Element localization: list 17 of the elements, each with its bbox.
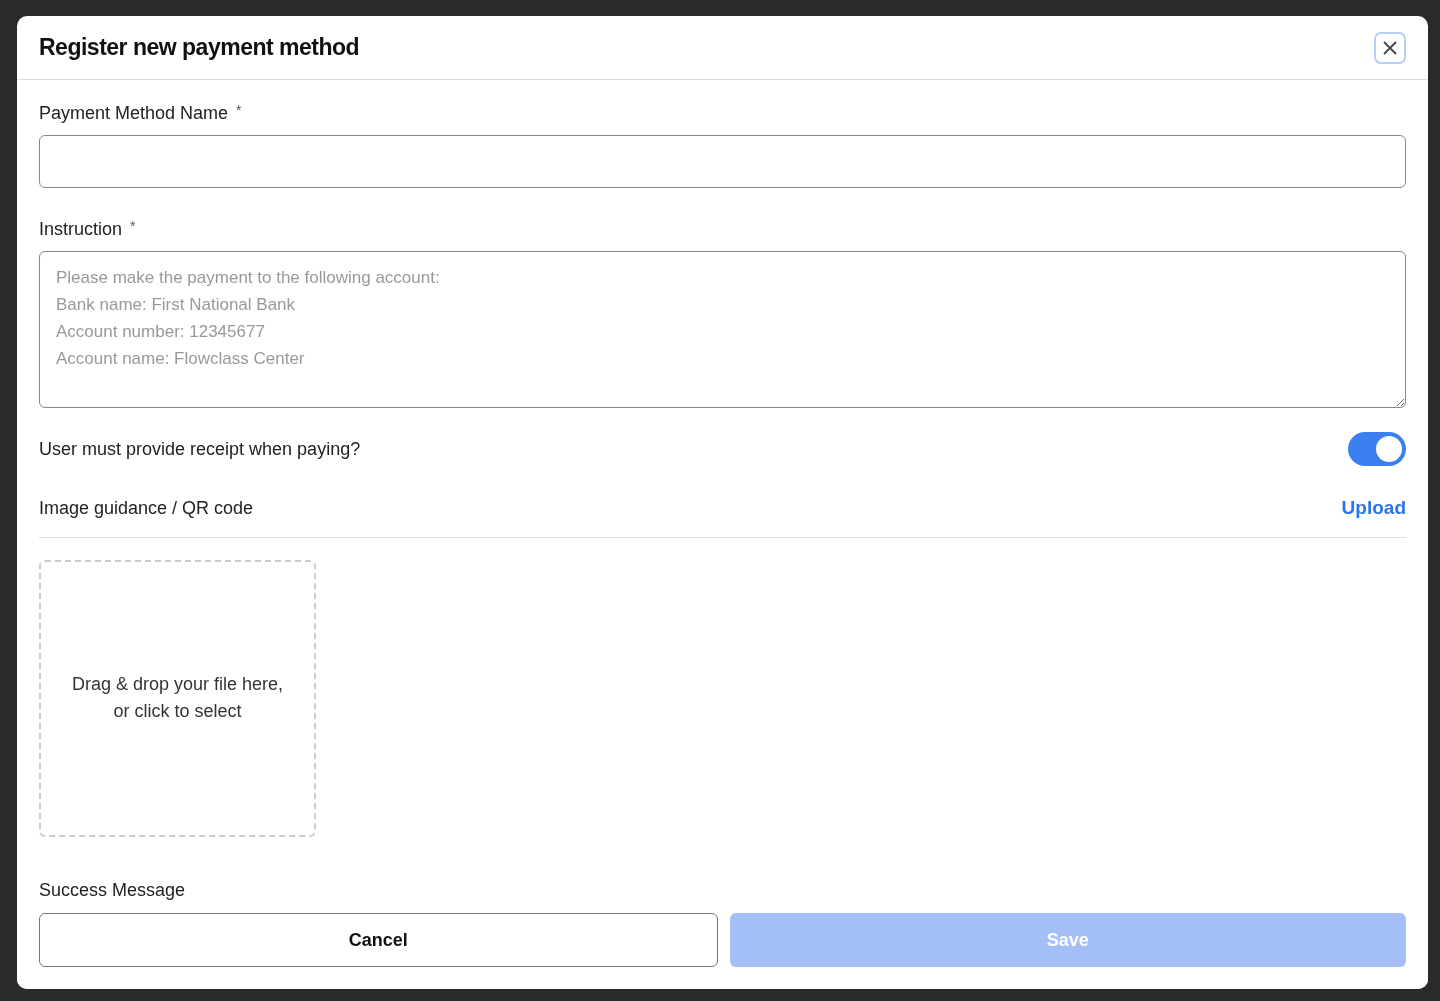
toggle-switch[interactable] [1348,432,1406,466]
instruction-field[interactable]: Please make the payment to the following account: Bank name: First National Bank Account number: 12345677 Account name: Flowclass Center [39,251,1406,408]
cancel-button[interactable]: Cancel [39,913,718,967]
field-label: Image guidance / QR code [39,496,254,520]
dropzone[interactable]: Drag & drop your file here, or click to select [39,559,316,837]
upload-link[interactable]: Upload [1341,494,1406,523]
required-mark: * [236,101,242,120]
close-button[interactable] [1374,31,1406,64]
text-input-field[interactable] [39,135,1406,188]
field-label: Instruction [39,218,123,241]
field-label: Payment Method Name [39,102,229,125]
field-label: Success Message [39,878,186,902]
dropzone-text: Drag & drop your file here, or click to select [70,673,285,723]
required-mark: * [130,217,136,236]
close-icon [1382,39,1398,56]
dialog-title: Register new payment method [39,33,360,63]
field-label: User must provide receipt when paying? [39,437,361,461]
